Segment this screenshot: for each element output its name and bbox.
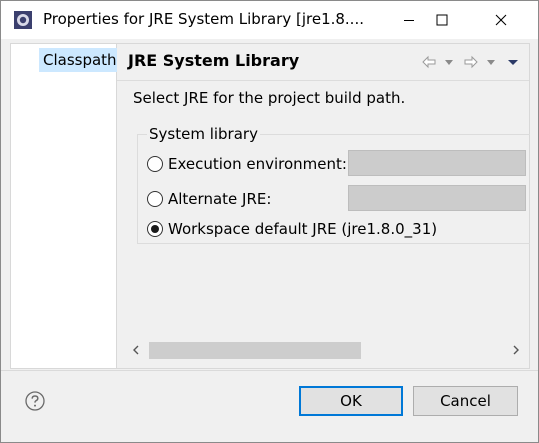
alternate-jre-combo[interactable]: [348, 185, 526, 211]
radio-label: Workspace default JRE (jre1.8.0_31): [168, 220, 438, 238]
scroll-left-icon[interactable]: [127, 340, 145, 360]
cancel-button[interactable]: Cancel: [413, 386, 518, 416]
radio-button-selected[interactable]: [147, 221, 163, 237]
close-icon: [495, 14, 507, 26]
property-page: JRE System Library Select JRE for the pr…: [117, 43, 530, 369]
page-header: JRE System Library: [117, 44, 529, 81]
window-title: Properties for JRE System Library [jre1.…: [43, 10, 364, 28]
footer-separator: [1, 370, 538, 371]
title-bar: Properties for JRE System Library [jre1.…: [1, 1, 538, 39]
radio-alternate-jre[interactable]: Alternate JRE:: [147, 188, 271, 210]
minimize-icon: [404, 20, 414, 21]
radio-label: Alternate JRE:: [168, 190, 272, 208]
radio-workspace-default-jre[interactable]: Workspace default JRE (jre1.8.0_31): [147, 218, 437, 240]
scrollbar-thumb[interactable]: [149, 342, 361, 359]
radio-button[interactable]: [147, 191, 163, 207]
page-description: Select JRE for the project build path.: [133, 89, 406, 107]
dropdown-icon[interactable]: [483, 54, 499, 70]
view-menu-icon[interactable]: [505, 54, 521, 70]
close-button[interactable]: [478, 1, 524, 39]
help-icon[interactable]: [25, 391, 45, 411]
forward-arrow-icon[interactable]: [463, 54, 479, 70]
group-label: System library: [147, 125, 260, 143]
properties-dialog: Properties for JRE System Library [jre1.…: [0, 0, 539, 443]
radio-execution-environment[interactable]: Execution environment:: [147, 153, 347, 175]
scroll-right-icon[interactable]: [507, 340, 525, 360]
radio-button[interactable]: [147, 156, 163, 172]
radio-label: Execution environment:: [168, 155, 347, 173]
back-arrow-icon[interactable]: [421, 54, 437, 70]
eclipse-app-icon: [14, 11, 32, 29]
maximize-icon: [436, 14, 448, 26]
ok-button[interactable]: OK: [299, 386, 403, 416]
system-library-group: System library Execution environment: Al…: [137, 125, 530, 244]
page-title: JRE System Library: [128, 51, 300, 70]
execution-environment-combo[interactable]: [348, 150, 526, 176]
tree-item-classpath[interactable]: Classpath: [39, 48, 121, 72]
horizontal-scrollbar[interactable]: [127, 340, 527, 360]
property-page-tree: Classpath: [10, 43, 121, 369]
dropdown-icon[interactable]: [441, 54, 457, 70]
maximize-button[interactable]: [419, 1, 465, 39]
